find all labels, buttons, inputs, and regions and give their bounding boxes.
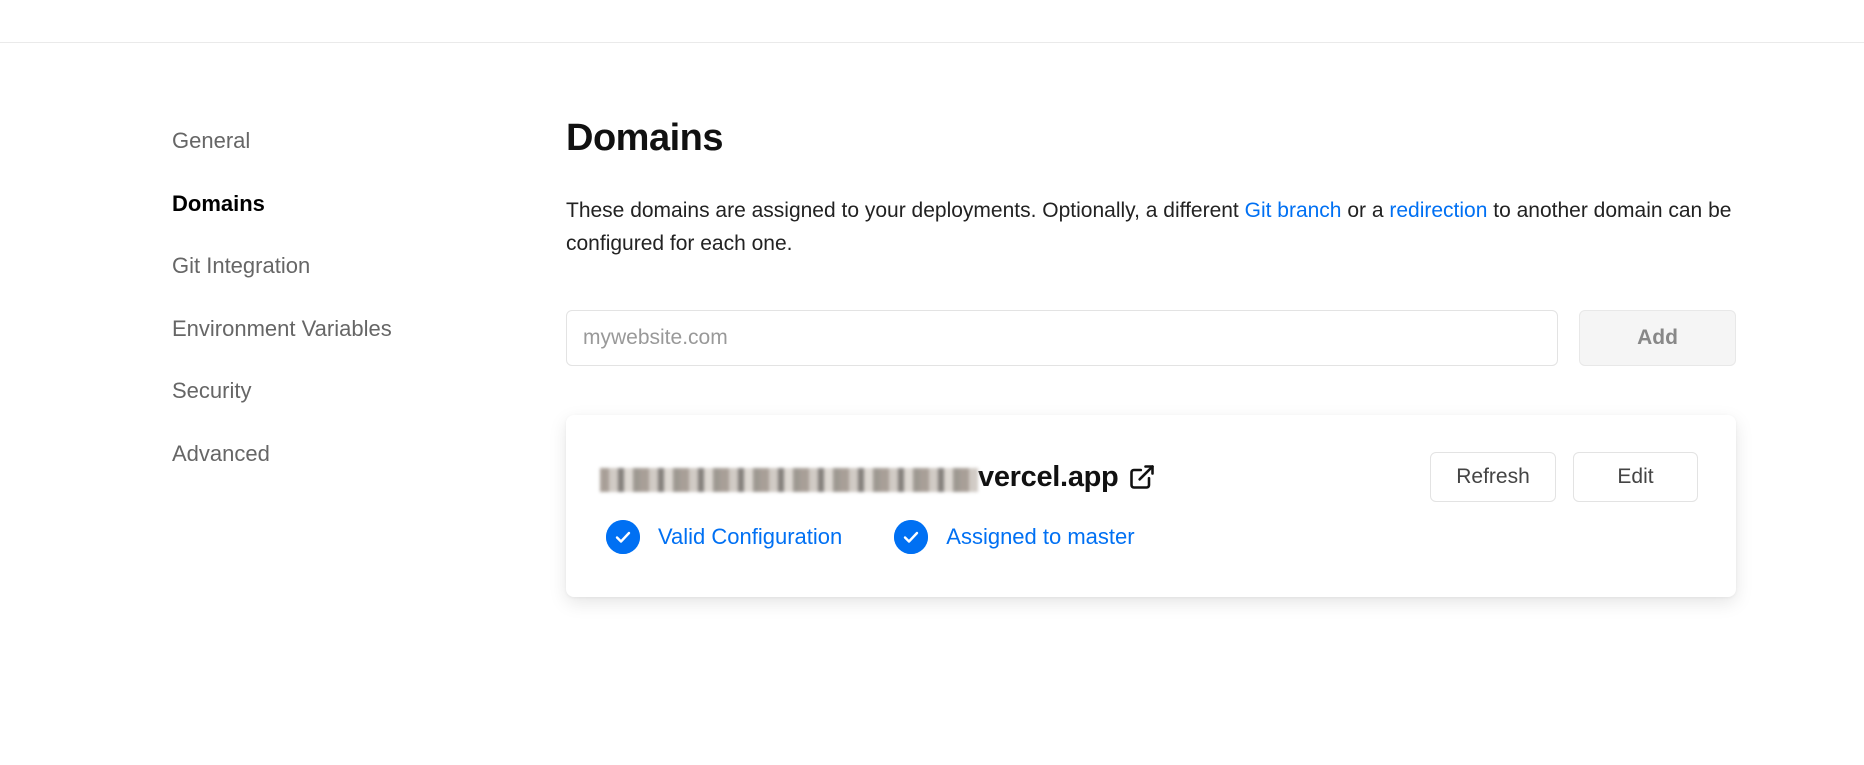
domain-name: vercel.app <box>600 457 1156 497</box>
sidebar-item-advanced[interactable]: Advanced <box>172 433 472 496</box>
status-label: Assigned to master <box>946 524 1135 549</box>
redirection-link[interactable]: redirection <box>1389 199 1487 222</box>
domain-status-row: Valid Configuration Assigned to master <box>606 520 1187 554</box>
git-branch-link[interactable]: Git branch <box>1245 199 1342 222</box>
add-domain-row: Add <box>566 310 1736 366</box>
domain-card: vercel.app Refresh Edit Valid Configurat… <box>566 415 1736 597</box>
redacted-domain-prefix <box>600 468 978 492</box>
status-valid-configuration[interactable]: Valid Configuration <box>606 520 842 554</box>
sidebar-item-environment-variables[interactable]: Environment Variables <box>172 308 472 371</box>
domain-suffix: vercel.app <box>978 460 1119 493</box>
page-title: Domains <box>566 117 723 159</box>
sidebar-item-general[interactable]: General <box>172 120 472 183</box>
edit-button[interactable]: Edit <box>1573 452 1698 502</box>
refresh-button[interactable]: Refresh <box>1430 452 1556 502</box>
status-label: Valid Configuration <box>658 524 843 549</box>
external-link-icon[interactable] <box>1128 463 1156 491</box>
description-text-1: These domains are assigned to your deplo… <box>566 199 1245 222</box>
check-circle-icon <box>894 520 929 554</box>
sidebar-item-security[interactable]: Security <box>172 370 472 433</box>
description-text-2: or a <box>1341 199 1390 222</box>
domains-section: Domains These domains are assigned to yo… <box>566 110 1736 597</box>
top-navigation-bar <box>0 0 1864 43</box>
domain-input[interactable] <box>566 310 1558 366</box>
status-assigned-to-branch[interactable]: Assigned to master <box>894 520 1135 554</box>
sidebar-item-git-integration[interactable]: Git Integration <box>172 245 472 308</box>
settings-sidebar: General Domains Git Integration Environm… <box>172 120 472 495</box>
domains-description: These domains are assigned to your deplo… <box>566 194 1736 260</box>
check-circle-icon <box>606 520 640 554</box>
sidebar-item-domains[interactable]: Domains <box>172 183 472 246</box>
add-domain-button[interactable]: Add <box>1579 310 1736 366</box>
